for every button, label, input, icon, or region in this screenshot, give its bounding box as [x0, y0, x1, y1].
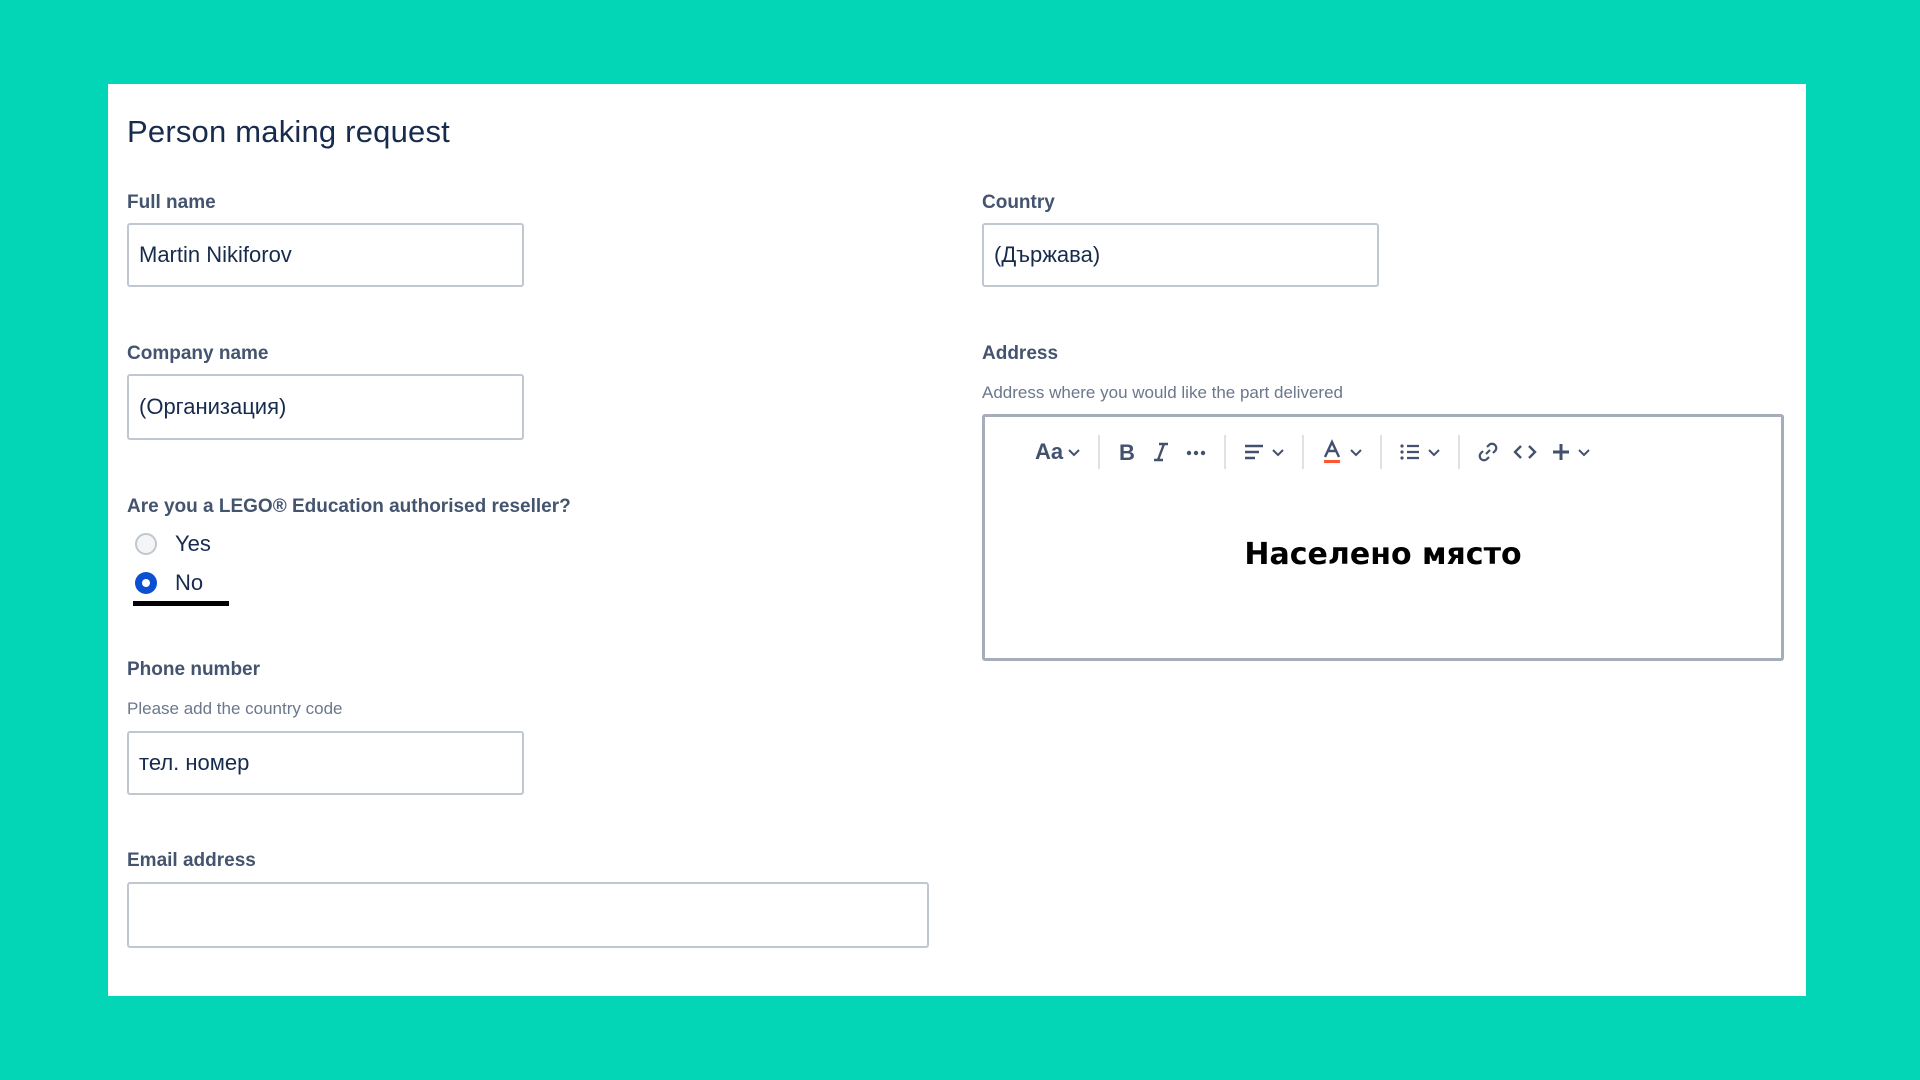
email-label: Email address [127, 850, 256, 871]
alignment-button[interactable] [1236, 435, 1292, 469]
address-label: Address [982, 343, 1059, 364]
align-icon [1245, 444, 1264, 460]
toolbar-separator [1302, 435, 1305, 469]
insert-icon [1553, 444, 1570, 460]
selection-underline [133, 601, 229, 606]
svg-text:B: B [1119, 440, 1135, 464]
text-style-icon: Aa [1035, 439, 1064, 464]
code-icon [1513, 445, 1537, 459]
radio-no-label: No [175, 570, 204, 595]
toolbar-separator [1458, 435, 1461, 469]
bold-icon: B [1119, 440, 1135, 464]
list-button[interactable] [1392, 435, 1448, 469]
insert-button[interactable] [1544, 435, 1598, 469]
more-icon [1186, 450, 1206, 456]
phone-input[interactable] [127, 731, 524, 795]
code-button[interactable] [1506, 435, 1544, 469]
link-button[interactable] [1470, 435, 1506, 469]
radio-yes[interactable] [135, 533, 157, 555]
form-card: Person making request Full name Company … [108, 84, 1806, 996]
radio-no[interactable] [135, 572, 157, 594]
editor-toolbar: Aa B [1029, 433, 1598, 471]
toolbar-separator [1380, 435, 1383, 469]
radio-option-no[interactable]: No [135, 570, 203, 596]
text-color-button[interactable] [1314, 435, 1370, 469]
italic-icon [1154, 442, 1169, 462]
chevron-down-icon [1578, 449, 1590, 457]
chevron-down-icon [1068, 449, 1080, 457]
toolbar-separator [1098, 435, 1101, 469]
phone-label: Phone number [127, 659, 261, 680]
radio-option-yes[interactable]: Yes [135, 531, 211, 557]
more-formatting-button[interactable] [1178, 435, 1214, 469]
full-name-label: Full name [127, 192, 216, 213]
email-input[interactable] [127, 882, 929, 948]
text-color-icon [1324, 439, 1341, 463]
full-name-input[interactable] [127, 223, 524, 287]
company-name-input[interactable] [127, 374, 524, 440]
italic-button[interactable] [1144, 435, 1178, 469]
page-title: Person making request [127, 114, 450, 149]
list-icon [1400, 444, 1420, 460]
toolbar-separator [1224, 435, 1227, 469]
chevron-down-icon [1272, 449, 1284, 457]
link-icon [1478, 442, 1498, 462]
country-input[interactable] [982, 223, 1379, 287]
reseller-question-label: Are you a LEGO® Education authorised res… [127, 496, 571, 517]
bold-button[interactable]: B [1110, 435, 1144, 469]
address-editor-content: Населено място [1244, 537, 1522, 572]
country-label: Country [982, 192, 1055, 213]
address-editor[interactable]: Aa B Населено място [982, 414, 1784, 661]
company-name-label: Company name [127, 343, 269, 364]
chevron-down-icon [1428, 449, 1440, 457]
chevron-down-icon [1350, 449, 1362, 457]
radio-yes-label: Yes [175, 531, 211, 556]
text-style-button[interactable]: Aa [1029, 435, 1088, 469]
phone-help-text: Please add the country code [127, 699, 343, 718]
address-help-text: Address where you would like the part de… [982, 383, 1343, 402]
